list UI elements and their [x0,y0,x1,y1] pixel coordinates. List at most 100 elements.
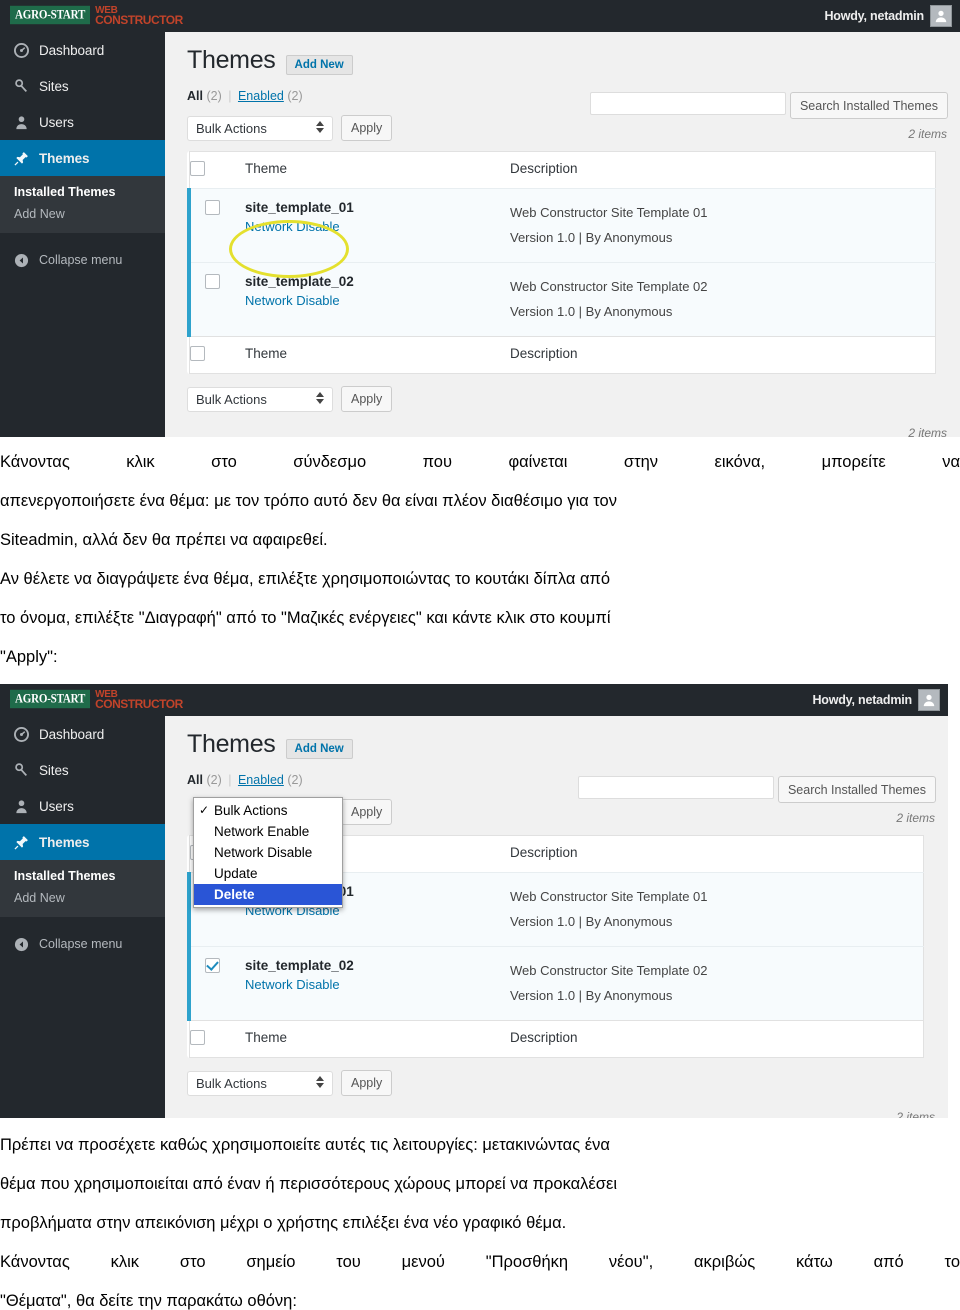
para3-line3: προβλήματα στην απεικόνιση μέχρι ο χρήστ… [0,1214,567,1232]
select-all-checkbox-top[interactable] [189,161,205,176]
sidebar-item-themes[interactable]: Themes [0,140,173,176]
bulk-actions-select-bottom[interactable]: Bulk Actions [187,1070,333,1096]
theme-description: Web Constructor Site Template 02 [510,963,708,978]
dropdown-option-update[interactable]: Update [194,863,342,884]
theme-network-disable-link[interactable]: Network Disable [245,977,510,992]
para4-line2: "Θέματα", θα δείτε την παρακάτω οθόνη: [0,1292,297,1310]
add-new-button[interactable]: Add New [285,739,353,759]
sidebar-item-label: Users [39,798,74,814]
sidebar-item-sites[interactable]: Sites [0,752,165,788]
search-installed-themes-button[interactable]: Search Installed Themes [789,92,948,119]
filter-all-count: (2) [206,89,222,103]
select-stepper-arrows-icon [316,392,324,404]
logo-constructor-text: CONSTRUCTOR [95,13,183,27]
key-icon [12,762,30,778]
para2-line3: "Apply": [0,648,58,666]
bulk-actions-selected-label: Bulk Actions [196,120,267,136]
bulk-actions-select-bottom[interactable]: Bulk Actions [187,386,333,412]
row-checkbox[interactable] [205,200,220,215]
theme-network-disable-link[interactable]: Network Disable [245,219,510,234]
sidebar-subitem-add-new[interactable]: Add New [0,887,165,909]
theme-network-disable-link[interactable]: Network Disable [245,293,510,308]
collapse-menu-button[interactable]: Collapse menu [0,243,165,277]
select-all-checkbox-bottom[interactable] [189,346,205,361]
collapse-left-arrow-icon [12,253,30,268]
logo-constructor-text: CONSTRUCTOR [95,697,183,711]
para1-line3: Siteadmin, αλλά δεν θα πρέπει να αφαιρεθ… [0,531,328,549]
row-checkbox[interactable] [205,274,220,289]
select-stepper-arrows-icon [316,121,324,133]
select-all-footer [189,336,245,374]
sidebar-item-label: Dashboard [39,42,105,58]
sidebar-subitem-installed-themes[interactable]: Installed Themes [0,181,165,203]
sidebar-item-label: Users [39,114,74,130]
row-description-cell: Web Constructor Site Template 01 Version… [510,872,924,947]
filter-separator: | [228,89,232,103]
dashboard-gauge-icon [12,42,30,58]
logo-agro-start: AGRO-START [10,5,91,25]
search-input[interactable] [589,92,786,115]
key-icon [12,78,30,94]
theme-name: site_template_01 [245,200,354,215]
dashboard-gauge-icon [12,726,30,742]
sidebar-item-themes[interactable]: Themes [0,824,173,860]
row-checkbox-cell [187,262,245,337]
row-description-cell: Web Constructor Site Template 02 Version… [510,946,924,1021]
column-header-description: Description [510,845,578,860]
dropdown-option-network-enable[interactable]: Network Enable [194,821,342,842]
main-content: Themes Add New All (2) | Enabled (2) Bul… [165,32,960,437]
sidebar-item-users[interactable]: Users [0,104,165,140]
dropdown-option-delete[interactable]: Delete [194,884,342,905]
row-description-cell: Web Constructor Site Template 02 Version… [510,262,936,337]
table-header-row: Theme Description [189,152,936,189]
filter-all-count: (2) [206,773,222,787]
sidebar-item-users[interactable]: Users [0,788,165,824]
howdy-menu[interactable]: Howdy, netadmin [812,684,940,716]
apply-button-top[interactable]: Apply [341,115,393,141]
page-title: Themes [187,730,276,758]
collapse-menu-button[interactable]: Collapse menu [0,927,165,961]
bulk-actions-dropdown-open[interactable]: Bulk Actions Network Enable Network Disa… [193,797,343,908]
para1-line1: Κάνοντας κλικ στο σύνδεσμο που φαίνεται … [0,453,960,471]
select-all-checkbox-bottom[interactable] [189,1030,205,1045]
apply-button-bottom[interactable]: Apply [341,386,393,412]
filter-all-label[interactable]: All [187,773,203,787]
row-theme-cell: site_template_02 Network Disable [245,262,510,337]
admin-bar: AGRO-START WEB CONSTRUCTOR Howdy, netadm… [0,0,960,32]
select-all-header [189,152,245,189]
row-checkbox[interactable] [205,958,220,973]
site-logo: AGRO-START WEB CONSTRUCTOR [10,689,183,711]
filter-all-label[interactable]: All [187,89,203,103]
filter-enabled-label[interactable]: Enabled [238,773,284,787]
sidebar-item-label: Sites [39,762,69,778]
items-count-top: 2 items [896,811,935,825]
search-input[interactable] [577,776,774,799]
logo-agro-start: AGRO-START [10,689,91,709]
user-avatar-icon [930,5,952,27]
sidebar-item-dashboard[interactable]: Dashboard [0,32,165,68]
apply-button-top[interactable]: Apply [341,799,393,825]
tablenav-bottom: Bulk Actions Apply [187,386,948,412]
main-content: Themes Add New All (2) | Enabled (2) Bul… [165,716,948,1118]
apply-button-bottom[interactable]: Apply [341,1070,393,1096]
dropdown-option-network-disable[interactable]: Network Disable [194,842,342,863]
dropdown-option-bulk-actions[interactable]: Bulk Actions [194,800,342,821]
document-page: AGRO-START WEB CONSTRUCTOR Howdy, netadm… [0,0,960,1310]
theme-description: Web Constructor Site Template 01 [510,889,708,904]
search-installed-themes-button[interactable]: Search Installed Themes [777,776,936,803]
sidebar-item-label: Themes [39,834,90,850]
sidebar-subitem-installed-themes[interactable]: Installed Themes [0,865,165,887]
filter-enabled-label[interactable]: Enabled [238,89,284,103]
column-footer-description: Description [510,336,936,374]
sidebar-subitem-add-new[interactable]: Add New [0,203,165,225]
column-footer-description: Description [510,1020,924,1058]
add-new-button[interactable]: Add New [285,55,353,75]
howdy-menu[interactable]: Howdy, netadmin [824,0,952,32]
sidebar-item-sites[interactable]: Sites [0,68,165,104]
tablenav-bottom: Bulk Actions Apply [187,1070,936,1096]
sidebar-item-dashboard[interactable]: Dashboard [0,716,165,752]
table-footer-row: Theme Description [189,336,936,374]
para2-line2: το όνομα, επιλέξτε "Διαγραφή" από το "Μα… [0,609,611,627]
para2-line1: Αν θέλετε να διαγράψετε ένα θέμα, επιλέξ… [0,570,611,588]
bulk-actions-select-top[interactable]: Bulk Actions [187,115,333,141]
